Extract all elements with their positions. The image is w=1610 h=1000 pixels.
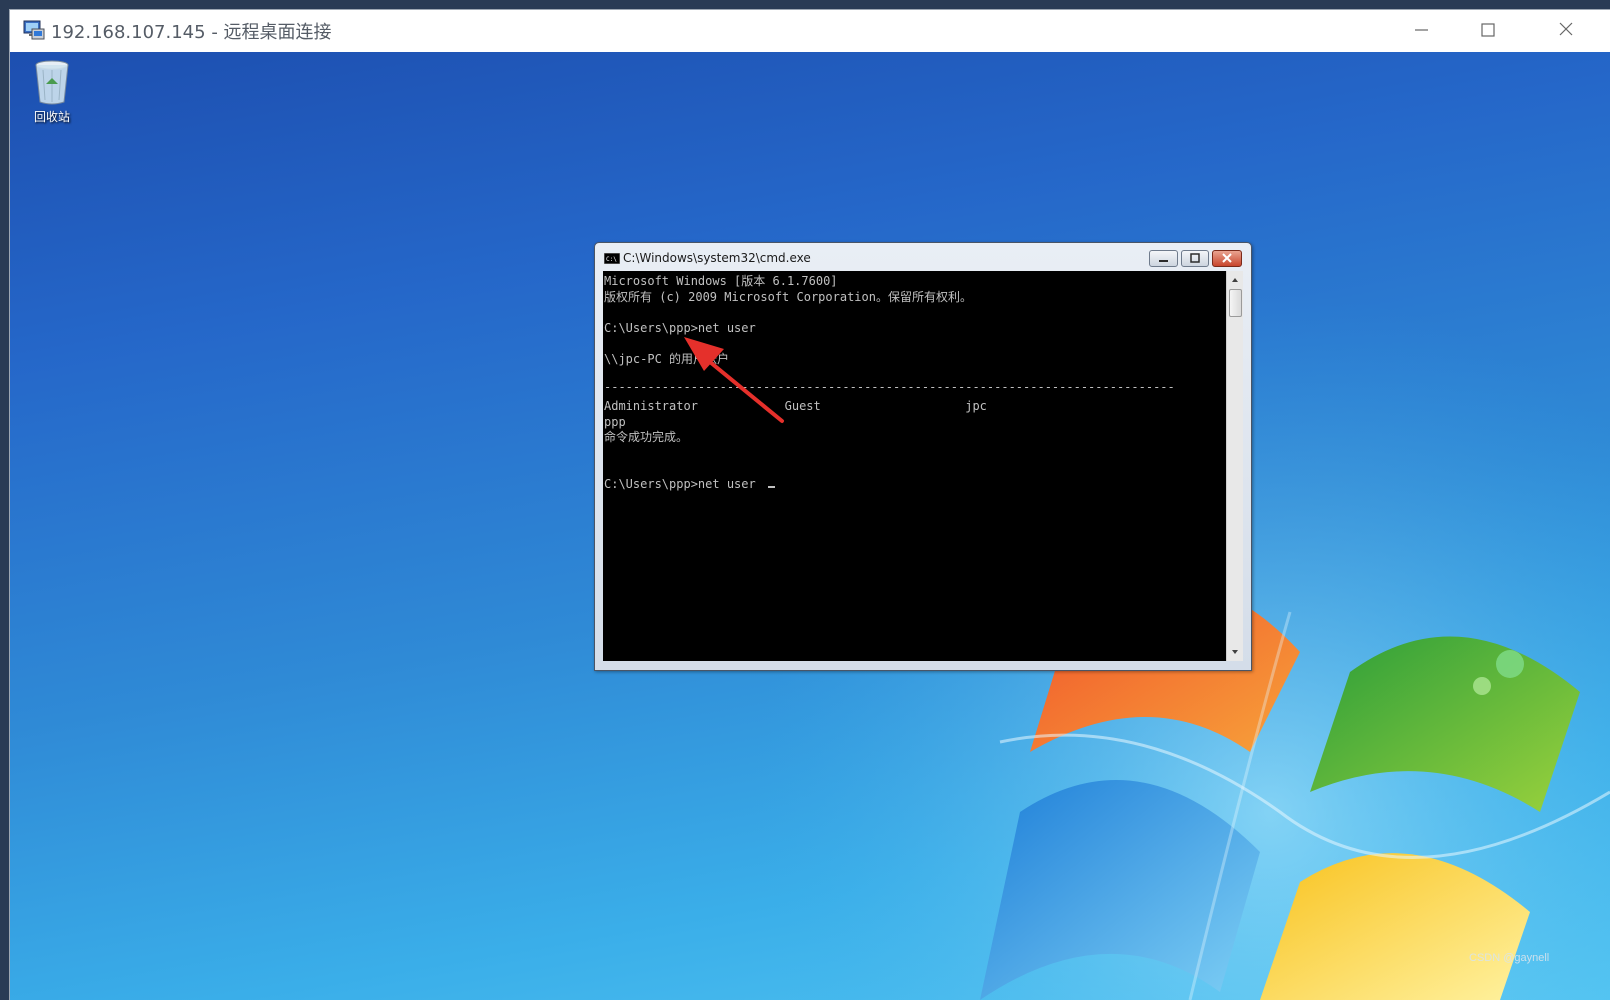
- remote-desktop-titlebar[interactable]: 192.168.107.145 - 远程桌面连接: [10, 10, 1610, 53]
- maximize-icon: [1190, 253, 1200, 263]
- remote-desktop-app-icon: [23, 20, 45, 40]
- close-icon: [1559, 22, 1573, 36]
- close-button[interactable]: [1540, 10, 1586, 52]
- recycle-bin-icon: [35, 60, 69, 105]
- cmd-window[interactable]: C:\ C:\Windows\system32\cmd.exe Microsof…: [594, 242, 1252, 671]
- window-title: 192.168.107.145 - 远程桌面连接: [51, 22, 332, 43]
- console-line: Administrator Guest jpc: [604, 399, 987, 413]
- vertical-scrollbar[interactable]: [1226, 271, 1243, 661]
- minimize-button[interactable]: [1398, 10, 1444, 52]
- cmd-maximize-button[interactable]: [1181, 250, 1209, 267]
- scroll-down-arrow-icon[interactable]: [1227, 644, 1243, 661]
- console-line: C:\Users\ppp>net user: [604, 321, 756, 335]
- recycle-bin-shortcut[interactable]: 回收站: [22, 58, 82, 134]
- console-line: ppp: [604, 415, 626, 429]
- console-line: 命令成功完成。: [604, 430, 689, 444]
- cmd-window-title: C:\Windows\system32\cmd.exe: [623, 251, 811, 265]
- console-output[interactable]: Microsoft Windows [版本 6.1.7600] 版权所有 (c)…: [603, 271, 1226, 661]
- cmd-titlebar[interactable]: C:\ C:\Windows\system32\cmd.exe: [595, 243, 1251, 270]
- cmd-close-button[interactable]: [1212, 250, 1242, 267]
- console-input-line: C:\Users\ppp>net user: [604, 477, 756, 491]
- recycle-bin-label: 回收站: [33, 110, 70, 124]
- cmd-app-icon: C:\: [604, 253, 620, 264]
- close-icon: [1222, 253, 1232, 263]
- console-line: 版权所有 (c) 2009 Microsoft Corporation。保留所有…: [604, 290, 972, 304]
- watermark-text: CSDN @gaynell: [1469, 952, 1550, 964]
- svg-text:C:\: C:\: [606, 256, 617, 263]
- console-cursor: [768, 486, 775, 488]
- scrollbar-thumb[interactable]: [1229, 289, 1242, 317]
- console-line: \\jpc-PC 的用户帐户: [604, 352, 730, 366]
- remote-desktop-window: 192.168.107.145 - 远程桌面连接 回收站 CSDN @gayne…: [10, 10, 1610, 1000]
- cmd-minimize-button[interactable]: [1149, 250, 1178, 267]
- remote-desktop-area[interactable]: 回收站 CSDN @gaynell C:\ C:\Windows\system3…: [10, 52, 1610, 1000]
- minimize-icon: [1159, 260, 1168, 262]
- maximize-button[interactable]: [1465, 10, 1511, 52]
- console-line: ----------------------------------------…: [604, 380, 1175, 394]
- minimize-icon: [1415, 29, 1428, 31]
- maximize-icon: [1481, 23, 1495, 37]
- console-line: Microsoft Windows [版本 6.1.7600]: [604, 274, 838, 288]
- scroll-up-arrow-icon[interactable]: [1227, 271, 1243, 288]
